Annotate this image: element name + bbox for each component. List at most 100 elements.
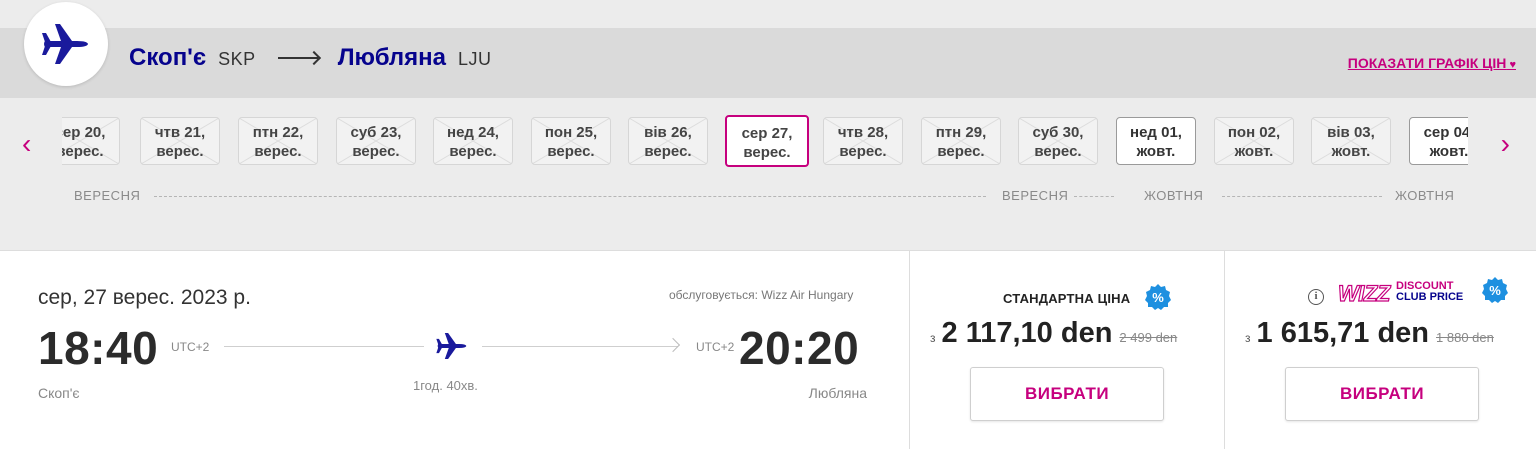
operated-by: обслуговується: Wizz Air Hungary xyxy=(669,288,854,302)
date-cell-available[interactable]: сер 04, жовт. xyxy=(1409,117,1468,165)
flight-date: сер, 27 верес. 2023 р. xyxy=(38,286,251,309)
departure-time: 18:40 xyxy=(38,322,159,374)
price-from-label: з xyxy=(1245,331,1251,345)
date-cell: вів 03, жовт. xyxy=(1311,117,1391,165)
arrow-head-icon xyxy=(665,337,681,353)
date-month: верес. xyxy=(352,143,400,160)
next-dates-chevron-icon[interactable]: › xyxy=(1501,130,1510,158)
date-day: суб 23, xyxy=(350,124,402,141)
date-carousel: сер 20, верес. чтв 21, верес. птн 22, верес… xyxy=(62,115,1468,167)
date-day: птн 22, xyxy=(252,124,304,141)
show-price-graph-link[interactable]: ПОКАЗАТИ ГРАФІК ЦІН ♥ xyxy=(1348,55,1516,71)
arrival-time: 20:20 xyxy=(739,322,860,374)
date-day: сер 27, xyxy=(741,125,793,142)
date-day: вів 26, xyxy=(644,124,692,141)
price-from-label: з xyxy=(930,331,936,345)
select-standard-fare-button[interactable]: ВИБРАТИ xyxy=(970,367,1164,421)
month-divider xyxy=(1074,196,1114,197)
show-price-graph-label: ПОКАЗАТИ ГРАФІК ЦІН xyxy=(1347,55,1507,71)
date-month: жовт. xyxy=(1234,143,1274,160)
club-old-price: 1 880 den xyxy=(1436,330,1494,345)
heart-icon: ♥ xyxy=(1506,59,1516,71)
date-day: сер 04, xyxy=(1423,124,1468,141)
departure-utc: UTC+2 xyxy=(171,340,210,354)
standard-fare-title: СТАНДАРТНА ЦІНА xyxy=(1003,291,1131,306)
month-label: ВЕРЕСНЯ xyxy=(1002,188,1069,203)
date-day: птн 29, xyxy=(935,124,987,141)
date-cell-selected[interactable]: сер 27, верес. xyxy=(725,115,809,167)
date-cell: сер 20, верес. xyxy=(62,117,120,165)
discount-percent-icon: % xyxy=(1145,284,1171,310)
route-title: Скоп'є SKP Любляна LJU xyxy=(129,44,492,76)
standard-old-price: 2 499 den xyxy=(1119,330,1178,345)
club-fare-price: з 1 615,71 den 1 880 den xyxy=(1245,317,1494,350)
club-logo-wizz: WIZZ xyxy=(1337,280,1390,306)
svg-text:%: % xyxy=(1152,290,1164,305)
date-cell: пон 02, жовт. xyxy=(1214,117,1294,165)
date-cell: пон 25, верес. xyxy=(531,117,611,165)
origin-city: Скоп'є xyxy=(129,44,207,71)
standard-price-amount: 2 117,10 den xyxy=(941,317,1113,349)
date-cell: суб 30, верес. xyxy=(1018,117,1098,165)
arrival-city: Любляна xyxy=(808,385,867,401)
date-month: верес. xyxy=(156,143,204,160)
date-month: жовт. xyxy=(1331,143,1371,160)
destination-code: LJU xyxy=(458,49,492,69)
date-cell: птн 29, верес. xyxy=(921,117,1001,165)
departure-city: Скоп'є xyxy=(38,385,80,401)
airline-logo-circle xyxy=(24,2,108,86)
month-timeline: ВЕРЕСНЯ ВЕРЕСНЯ ЖОВТНЯ ЖОВТНЯ xyxy=(74,188,1460,204)
discount-percent-icon: % xyxy=(1482,277,1508,303)
month-label: ЖОВТНЯ xyxy=(1144,188,1204,203)
date-day: чтв 21, xyxy=(154,124,206,141)
date-month: верес. xyxy=(449,143,497,160)
club-logo-text: DISCOUNT CLUB PRICE xyxy=(1396,281,1463,303)
flight-card: сер, 27 верес. 2023 р. обслуговується: W… xyxy=(0,250,1536,449)
date-month: жовт. xyxy=(1136,143,1176,160)
svg-text:%: % xyxy=(1489,283,1501,298)
flight-path-line xyxy=(482,346,678,347)
month-divider xyxy=(154,196,986,197)
flight-duration: 1год. 40хв. xyxy=(413,378,478,393)
previous-dates-chevron-icon[interactable]: ‹ xyxy=(22,130,31,158)
date-cell: чтв 28, верес. xyxy=(823,117,903,165)
info-icon[interactable]: i xyxy=(1308,289,1324,305)
date-cell: птн 22, верес. xyxy=(238,117,318,165)
club-price-amount: 1 615,71 den xyxy=(1256,317,1430,349)
date-cell: нед 24, верес. xyxy=(433,117,513,165)
date-month: верес. xyxy=(743,144,791,161)
fare-divider xyxy=(909,251,910,449)
arrival-utc: UTC+2 xyxy=(696,340,735,354)
airplane-icon xyxy=(42,24,88,64)
date-cell: вів 26, верес. xyxy=(628,117,708,165)
date-cell: чтв 21, верес. xyxy=(140,117,220,165)
date-month: верес. xyxy=(547,143,595,160)
date-cell: суб 23, верес. xyxy=(336,117,416,165)
date-day: нед 24, xyxy=(447,124,499,141)
date-month: жовт. xyxy=(1429,143,1468,160)
date-day: вів 03, xyxy=(1327,124,1375,141)
date-month: верес. xyxy=(1034,143,1082,160)
destination-city: Любляна xyxy=(337,44,447,71)
club-logo-line2: CLUB PRICE xyxy=(1396,291,1464,303)
date-day: сер 20, xyxy=(62,124,106,141)
route-arrow-icon xyxy=(277,57,318,59)
airplane-icon xyxy=(436,332,467,360)
date-day: нед 01, xyxy=(1130,124,1182,141)
month-label: ВЕРЕСНЯ xyxy=(74,188,141,203)
flight-path-line xyxy=(224,346,424,347)
date-day: суб 30, xyxy=(1032,124,1084,141)
select-club-fare-button[interactable]: ВИБРАТИ xyxy=(1285,367,1479,421)
date-month: верес. xyxy=(62,143,104,160)
date-day: пон 25, xyxy=(544,124,598,141)
fare-divider xyxy=(1224,251,1225,449)
month-divider xyxy=(1222,196,1382,197)
date-cell-available[interactable]: нед 01, жовт. xyxy=(1116,117,1196,165)
origin-code: SKP xyxy=(218,49,256,69)
date-month: верес. xyxy=(254,143,302,160)
date-month: верес. xyxy=(937,143,985,160)
date-day: пон 02, xyxy=(1227,124,1281,141)
date-month: верес. xyxy=(644,143,692,160)
date-month: верес. xyxy=(839,143,887,160)
date-day: чтв 28, xyxy=(837,124,889,141)
